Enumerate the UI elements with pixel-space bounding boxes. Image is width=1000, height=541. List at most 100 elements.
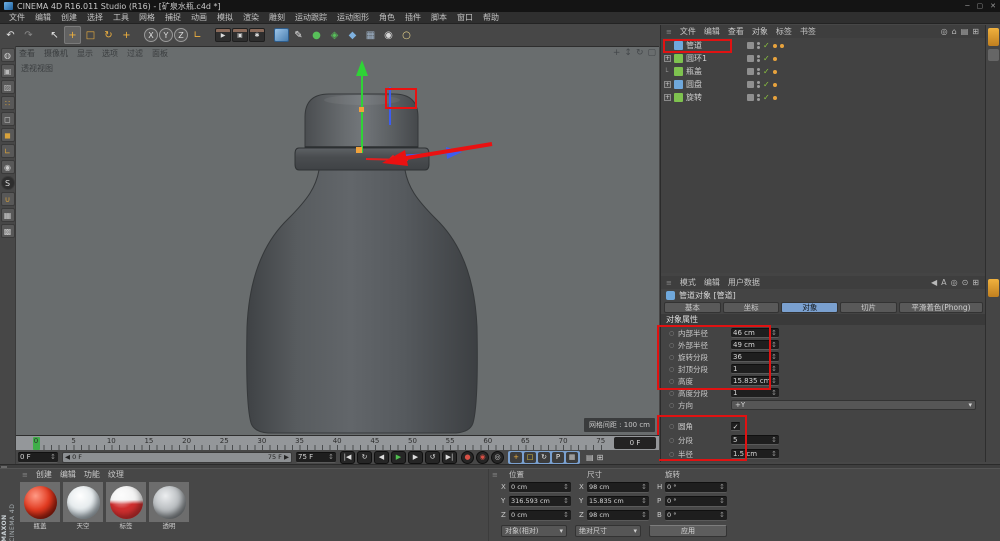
enable-check-icon[interactable]: ✓ — [763, 80, 770, 89]
key-rotation-button[interactable]: ↻ — [538, 452, 550, 463]
toggle-view-icon[interactable]: ▢ — [647, 47, 656, 60]
attr-checkbox[interactable]: ✓ — [731, 422, 740, 431]
render-picture-viewer-icon[interactable]: ▣ — [232, 28, 248, 42]
layer-icon[interactable] — [747, 94, 754, 101]
menu-item[interactable]: 编辑 — [30, 12, 56, 23]
attr-dropdown[interactable]: +Y▾ — [731, 400, 976, 410]
material-menu-item[interactable]: 纹理 — [108, 469, 124, 480]
edges-mode-icon[interactable]: ◻ — [1, 112, 15, 126]
snap-icon[interactable]: S — [1, 176, 15, 190]
om-menu-item[interactable]: 书签 — [800, 26, 816, 37]
coordinate-field[interactable]: 98 cm↕ — [587, 510, 649, 521]
make-editable-icon[interactable]: ◍ — [1, 48, 15, 62]
rotate-view-icon[interactable]: ↻ — [636, 47, 644, 60]
center-handle[interactable] — [356, 147, 362, 153]
attr-value-field[interactable]: 1↕ — [731, 388, 779, 398]
menu-item[interactable]: 工具 — [108, 12, 134, 23]
model-mode-icon[interactable]: ▣ — [1, 64, 15, 78]
list-icon[interactable]: ▤ — [961, 27, 969, 36]
material-item[interactable]: 天空 — [63, 482, 103, 531]
material-item[interactable]: 标签 — [106, 482, 146, 531]
close-button[interactable]: ✕ — [990, 2, 996, 10]
rotate-icon[interactable]: ↻ — [100, 26, 117, 44]
spinner-icon[interactable]: ↕ — [641, 511, 647, 519]
object-name[interactable]: 管道 — [686, 40, 744, 51]
lock-z-axis-icon[interactable]: Z — [174, 28, 188, 42]
anim-dot-icon[interactable]: ○ — [669, 402, 675, 409]
spinner-icon[interactable]: ↕ — [719, 497, 725, 505]
anim-dot-icon[interactable]: ○ — [669, 366, 675, 373]
axis-mode-icon[interactable]: ∟ — [1, 144, 15, 158]
am-menu-item[interactable]: 模式 — [680, 277, 696, 288]
attribute-section-header[interactable]: 对象属性 — [661, 314, 986, 325]
apply-button[interactable]: 应用 — [649, 525, 727, 537]
render-settings-icon[interactable]: ✱ — [249, 28, 265, 42]
spinner-icon[interactable]: ↕ — [719, 483, 725, 491]
expander-icon[interactable]: + — [664, 55, 671, 62]
keyframe-selection-button[interactable]: ◎ — [491, 451, 504, 464]
mini-timeline-icon[interactable]: ▤ — [586, 453, 594, 462]
redo-icon[interactable]: ↷ — [20, 26, 37, 44]
menu-item[interactable]: 雕刻 — [264, 12, 290, 23]
menu-item[interactable]: 窗口 — [452, 12, 478, 23]
material-sphere-icon[interactable] — [67, 486, 100, 519]
am-menu-item[interactable]: 编辑 — [704, 277, 720, 288]
coordinate-mode-dropdown[interactable]: 对象(相对)▾ — [501, 525, 567, 537]
viewport-menu-item[interactable]: 显示 — [77, 47, 93, 60]
spinner-icon[interactable]: ↕ — [771, 341, 777, 349]
coordinate-field[interactable]: 0 cm↕ — [509, 510, 571, 521]
spline-pen-icon[interactable]: ✎ — [290, 26, 307, 44]
material-menu-item[interactable]: 功能 — [84, 469, 100, 480]
material-item[interactable]: 瓶盖 — [20, 482, 60, 531]
visibility-dots-icon[interactable] — [757, 94, 760, 101]
layout-icon[interactable]: ⊞ — [972, 278, 979, 287]
coordinate-field[interactable]: 0 cm↕ — [509, 482, 571, 493]
expander-icon[interactable]: + — [664, 81, 671, 88]
lock-x-axis-icon[interactable]: X — [144, 28, 158, 42]
anim-dot-icon[interactable]: ○ — [669, 378, 675, 385]
spinner-icon[interactable]: ↕ — [50, 453, 56, 461]
menu-item[interactable]: 角色 — [374, 12, 400, 23]
coordinate-field[interactable]: 0 °↕ — [665, 496, 727, 507]
minimize-button[interactable]: ─ — [965, 2, 969, 10]
expander-icon[interactable]: + — [664, 94, 671, 101]
attr-value-field[interactable]: 36↕ — [731, 352, 779, 362]
layer-icon[interactable] — [747, 68, 754, 75]
menu-item[interactable]: 文件 — [4, 12, 30, 23]
spinner-icon[interactable]: ↕ — [641, 483, 647, 491]
spinner-icon[interactable]: ↕ — [563, 497, 569, 505]
attr-value-field[interactable]: 1.5 cm↕ — [731, 449, 779, 459]
spinner-icon[interactable]: ↕ — [771, 377, 777, 385]
autokey-button[interactable]: ◉ — [476, 451, 489, 464]
deformer-icon[interactable]: ◆ — [344, 26, 361, 44]
home-icon[interactable]: ⌂ — [952, 27, 957, 36]
panel-grip-icon[interactable]: ≡ — [492, 471, 498, 479]
key-parameter-button[interactable]: P — [552, 452, 564, 463]
goto-start-button[interactable]: |◀ — [340, 451, 355, 464]
size-mode-dropdown[interactable]: 绝对尺寸▾ — [575, 525, 641, 537]
live-selection-icon[interactable]: ↖ — [46, 26, 63, 44]
coordinate-system-icon[interactable]: ∟ — [189, 26, 206, 44]
om-menu-item[interactable]: 文件 — [680, 26, 696, 37]
tab-对象[interactable]: 对象 — [781, 302, 838, 313]
om-menu-item[interactable]: 查看 — [728, 26, 744, 37]
spinner-icon[interactable]: ↕ — [719, 511, 725, 519]
enable-check-icon[interactable]: ✓ — [763, 54, 770, 63]
anim-dot-icon[interactable]: ○ — [669, 390, 675, 397]
goto-end-button[interactable]: ▶| — [442, 451, 457, 464]
viewport-menu-item[interactable]: 面板 — [152, 47, 168, 60]
coordinate-field[interactable]: 0 °↕ — [665, 482, 727, 493]
viewport-menu-item[interactable]: 过滤 — [127, 47, 143, 60]
key-scale-button[interactable]: □ — [524, 452, 536, 463]
spinner-icon[interactable]: ↕ — [771, 436, 777, 444]
menu-item[interactable]: 运动跟踪 — [290, 12, 332, 23]
material-menu-item[interactable]: 创建 — [36, 469, 52, 480]
object-row[interactable]: └瓶盖✓ — [661, 65, 986, 78]
material-sphere-icon[interactable] — [110, 486, 143, 519]
menu-item[interactable]: 捕捉 — [160, 12, 186, 23]
menu-item[interactable]: 运动图形 — [332, 12, 374, 23]
subdivision-surface-icon[interactable]: ● — [308, 26, 325, 44]
attr-value-field[interactable]: 15.835 cm↕ — [731, 376, 779, 386]
material-sphere-icon[interactable] — [24, 486, 57, 519]
object-name[interactable]: 圆盘 — [686, 79, 744, 90]
